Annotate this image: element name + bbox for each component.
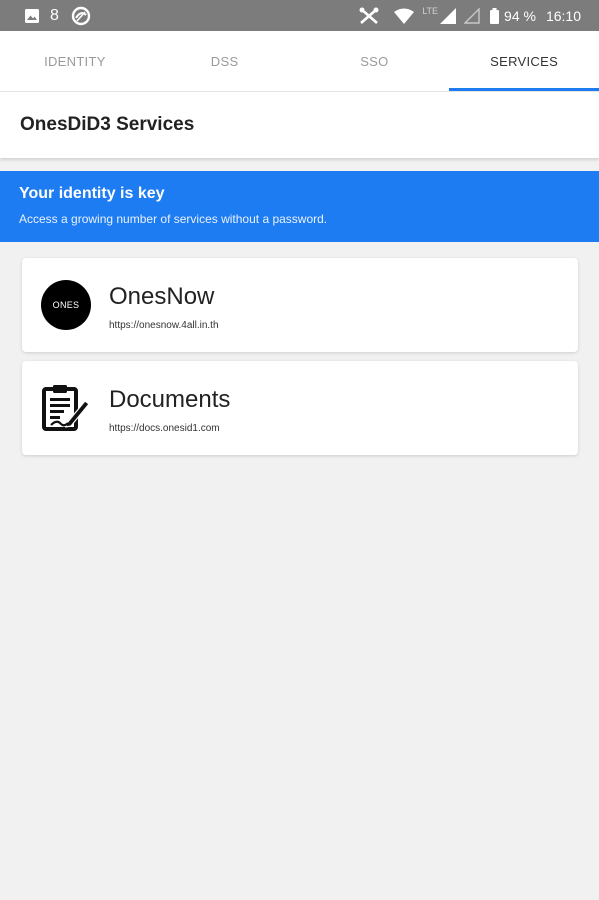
page-header: OnesDiD3 Services bbox=[0, 91, 599, 158]
service-name: Documents bbox=[109, 386, 231, 413]
tab-dss[interactable]: DSS bbox=[150, 31, 300, 91]
banner-subtitle: Access a growing number of services with… bbox=[19, 212, 328, 226]
tab-bar: IDENTITY DSS SSO SERVICES bbox=[0, 31, 599, 91]
sync-notification-icon bbox=[71, 6, 91, 26]
tab-sso[interactable]: SSO bbox=[300, 31, 450, 91]
wifi-icon bbox=[394, 8, 415, 24]
status-bar-left: 8 bbox=[0, 0, 91, 31]
tools-icon bbox=[358, 6, 380, 26]
battery-level: 94 % bbox=[504, 7, 536, 24]
service-card-onesnow[interactable]: ONES OnesNow https://onesnow.4all.in.th bbox=[22, 258, 578, 352]
service-url: https://docs.onesid1.com bbox=[109, 423, 220, 434]
tab-services[interactable]: SERVICES bbox=[449, 31, 599, 91]
signal-empty-icon bbox=[464, 7, 480, 24]
battery-icon bbox=[490, 7, 500, 24]
network-type: LTE bbox=[422, 5, 439, 16]
status-bar: 8 LTE 94 % 16:10 bbox=[0, 0, 599, 31]
onesnow-logo-icon: ONES bbox=[41, 280, 91, 330]
service-name: OnesNow bbox=[109, 283, 215, 310]
service-card-documents[interactable]: Documents https://docs.onesid1.com bbox=[22, 361, 578, 455]
clock: 16:10 bbox=[545, 7, 581, 24]
image-notification-icon bbox=[24, 8, 40, 24]
document-sign-icon bbox=[41, 383, 91, 433]
info-banner: Your identity is key Access a growing nu… bbox=[0, 171, 599, 242]
service-url: https://onesnow.4all.in.th bbox=[109, 320, 219, 331]
page-title: OnesDiD3 Services bbox=[20, 114, 195, 135]
notification-count: 8 bbox=[50, 6, 59, 24]
status-bar-right: LTE 94 % 16:10 bbox=[358, 0, 599, 31]
banner-title: Your identity is key bbox=[19, 185, 165, 202]
signal-icon bbox=[440, 7, 457, 24]
tab-identity[interactable]: IDENTITY bbox=[0, 31, 150, 91]
